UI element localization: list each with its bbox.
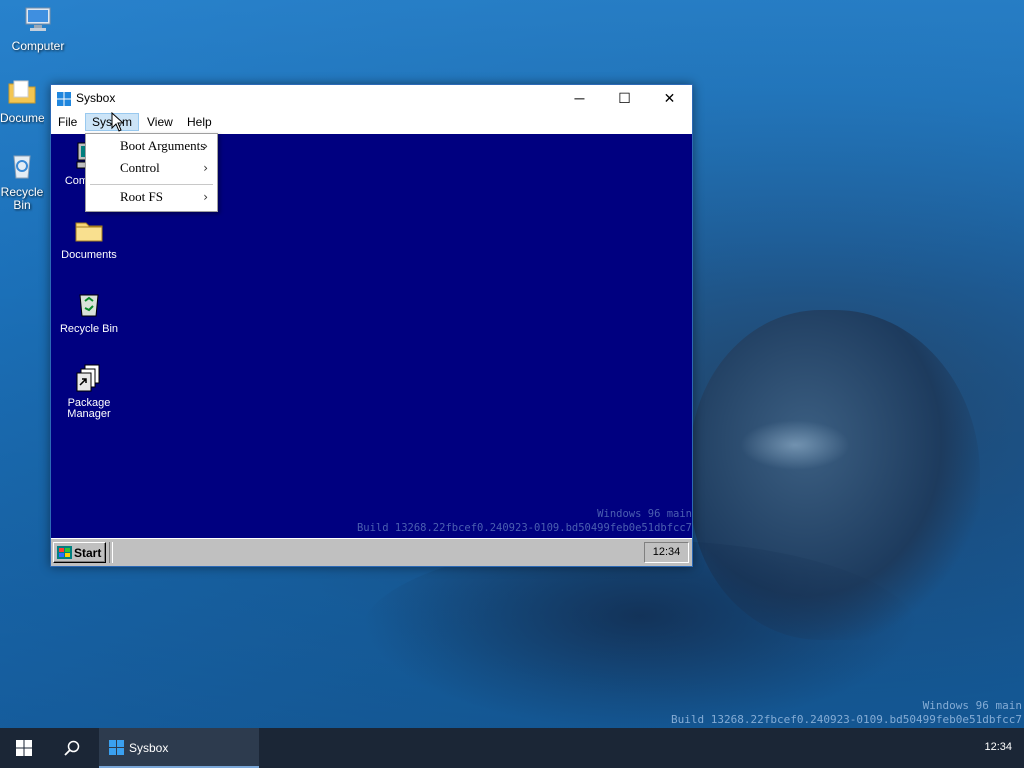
start-label: Start bbox=[74, 546, 102, 560]
menu-help[interactable]: Help bbox=[181, 113, 218, 131]
recycle-bin-icon bbox=[13, 155, 31, 179]
minimize-button[interactable]: ─ bbox=[557, 85, 602, 111]
taskbar-app-sysbox[interactable]: Sysbox bbox=[99, 728, 259, 768]
desktop-icon-label: Computer bbox=[11, 39, 65, 53]
guest-taskbar: Start 12:34 bbox=[51, 538, 692, 566]
guest-icon-label: Package Manager bbox=[67, 397, 111, 420]
close-button[interactable]: ✕ bbox=[647, 85, 692, 111]
watermark-line: Build 13268.22fbcef0.240923-0109.bd50499… bbox=[671, 713, 1022, 726]
guest-icon-package-manager[interactable]: Package Manager bbox=[54, 362, 124, 420]
guest-build-watermark: Windows 96 main Build 13268.22fbcef0.240… bbox=[357, 507, 692, 535]
watermark-line: Windows 96 main bbox=[597, 508, 692, 520]
system-menu-dropdown: Boot Arguments › Control › Root FS › bbox=[85, 133, 218, 212]
guest-icon-label: Documents bbox=[61, 249, 117, 261]
watermark-line: Windows 96 main bbox=[922, 699, 1022, 712]
guest-icon-documents[interactable]: Documents bbox=[54, 214, 124, 261]
minimize-icon: ─ bbox=[574, 90, 585, 106]
guest-icon-label: Recycle Bin bbox=[59, 323, 119, 335]
taskbar-app-label: Sysbox bbox=[129, 741, 169, 755]
title-bar[interactable]: Sysbox ─ ☐ ✕ bbox=[51, 85, 692, 111]
menu-item-root-fs[interactable]: Root FS › bbox=[86, 186, 217, 208]
wallpaper-shape bbox=[740, 420, 850, 470]
start-button[interactable] bbox=[0, 728, 48, 768]
menu-item-label: Control bbox=[120, 160, 160, 175]
build-watermark: Windows 96 main Build 13268.22fbcef0.240… bbox=[671, 699, 1022, 727]
folder-icon bbox=[8, 80, 36, 104]
mouse-cursor-icon bbox=[111, 112, 123, 132]
desktop-icon-documents[interactable]: Documents bbox=[0, 76, 44, 125]
search-button[interactable] bbox=[48, 728, 96, 768]
maximize-button[interactable]: ☐ bbox=[602, 85, 647, 111]
window-title: Sysbox bbox=[76, 91, 116, 105]
menu-item-boot-arguments[interactable]: Boot Arguments › bbox=[86, 135, 217, 157]
search-icon bbox=[64, 740, 80, 756]
guest-clock: 12:34 bbox=[644, 542, 689, 563]
menu-bar: File System View Help bbox=[51, 111, 692, 133]
windows-logo-icon bbox=[57, 92, 71, 106]
chevron-right-icon: › bbox=[203, 139, 208, 153]
desktop-icon-recycle-bin[interactable]: Recycle Bin bbox=[0, 150, 44, 212]
menu-item-control[interactable]: Control › bbox=[86, 157, 217, 179]
guest-start-button[interactable]: Start bbox=[53, 542, 106, 563]
taskbar-clock[interactable]: 12:34 bbox=[984, 741, 1012, 753]
menu-file[interactable]: File bbox=[52, 113, 83, 131]
windows-logo-icon bbox=[109, 740, 124, 755]
watermark-line: Build 13268.22fbcef0.240923-0109.bd50499… bbox=[356, 522, 692, 534]
close-icon: ✕ bbox=[663, 89, 676, 106]
menu-separator bbox=[90, 184, 213, 185]
chevron-right-icon: › bbox=[203, 161, 208, 175]
menu-view[interactable]: View bbox=[141, 113, 179, 131]
chevron-right-icon: › bbox=[203, 190, 208, 204]
computer-icon bbox=[25, 7, 51, 31]
desktop-icon-computer[interactable]: Computer bbox=[0, 4, 76, 53]
package-manager-icon bbox=[76, 364, 100, 392]
host-taskbar: Sysbox 12:34 bbox=[0, 728, 1024, 768]
windows-flag-icon bbox=[57, 546, 72, 559]
taskbar-separator bbox=[109, 542, 113, 563]
desktop-icon-label: Recycle Bin bbox=[0, 185, 44, 212]
guest-icon-recycle-bin[interactable]: Recycle Bin bbox=[54, 288, 124, 335]
menu-item-label: Boot Arguments bbox=[120, 138, 206, 153]
recycle-bin-icon bbox=[79, 294, 99, 317]
folder-icon bbox=[75, 222, 103, 242]
windows-logo-icon bbox=[16, 740, 32, 756]
maximize-icon: ☐ bbox=[618, 89, 631, 106]
desktop-icon-label: Documents bbox=[0, 111, 44, 125]
menu-item-label: Root FS bbox=[120, 189, 163, 204]
